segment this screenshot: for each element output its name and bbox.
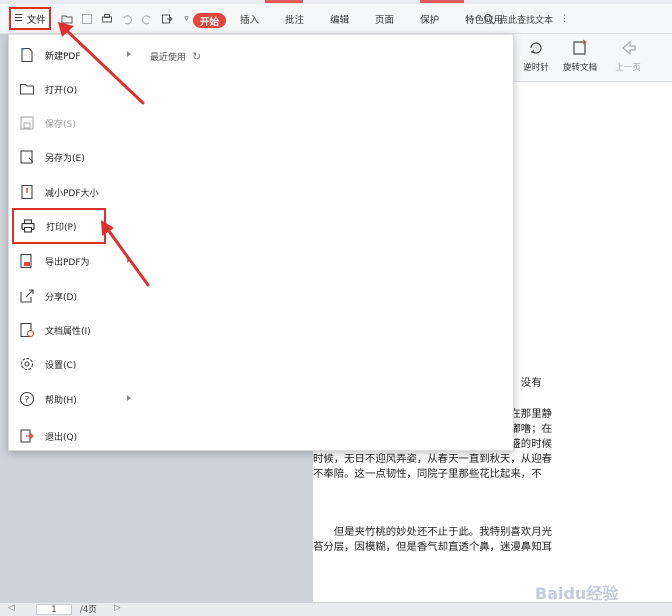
document-properties-icon [19, 322, 35, 338]
file-menu-item-save-as[interactable]: 另存为(E) [9, 144, 135, 170]
text-line: 但是夹竹桃的妙处还不止于此。我特别喜欢月光 [313, 526, 552, 538]
file-menu-item-document-properties[interactable]: 文档属性(I) [9, 317, 135, 343]
watermark: Baidu经验 [535, 584, 619, 603]
open-folder-icon[interactable] [60, 13, 73, 26]
tab-start[interactable]: 开始 [193, 13, 227, 28]
tab-protect[interactable]: 保护 [418, 12, 441, 26]
file-menu-item-folder-open[interactable]: 打开(O) [9, 76, 135, 102]
file-menu-item-printer[interactable]: 打印(P) [12, 208, 106, 244]
file-menu-item-save[interactable]: 保存(S) [9, 110, 135, 136]
file-menu-item-label: 文档属性(I) [45, 326, 91, 337]
file-menu-item-label: 设置(C) [45, 360, 77, 371]
exit-icon [19, 428, 35, 444]
save-icon[interactable] [80, 13, 93, 26]
paragraph: 但是夹竹桃的妙处还不止于此。我特别喜欢月光 苔分层，因模糊，但是香气却直透个鼻，迷… [313, 525, 672, 555]
file-menu-item-settings[interactable]: 设置(C) [9, 351, 135, 377]
status-bar: ◁ 1 /4页 ▷ [0, 602, 672, 616]
prev-page-button[interactable]: 上一页 [606, 39, 650, 73]
file-menu-item-label: 减小PDF大小 [45, 188, 99, 199]
tab-insert[interactable]: 插入 [238, 12, 261, 26]
file-menu-item-label: 导出PDF为 [45, 257, 90, 268]
print-icon[interactable] [100, 13, 113, 26]
rotate-document-button[interactable]: 旋转文档 [558, 39, 602, 73]
tab-page[interactable]: 页面 [373, 12, 396, 26]
redo-icon[interactable] [140, 13, 153, 26]
page-number-input[interactable]: 1 [36, 604, 72, 615]
export-icon[interactable] [160, 13, 173, 26]
file-menu-item-label: 打印(P) [46, 222, 77, 233]
file-menu-item-exit[interactable]: 退出(Q) [9, 423, 135, 449]
text-line: 苔分层，因模糊，但是香气却直透个鼻，迷漫鼻知耳 [313, 541, 552, 554]
tab-accent-1[interactable] [265, 0, 303, 3]
save-icon [19, 115, 35, 131]
rotate-ccw-icon [530, 42, 542, 54]
arrow-left-icon [622, 40, 636, 56]
file-menu-item-label: 另存为(E) [45, 153, 85, 164]
help-icon: ? [19, 391, 35, 407]
tab-annotate[interactable]: 批注 [283, 12, 306, 26]
file-menu-item-help[interactable]: ? 帮助(H) [9, 386, 135, 412]
folder-open-icon [19, 81, 35, 97]
svg-text:?: ? [25, 396, 30, 406]
menu-bar: ☰ 文件 ▿ 开始 插入 批注 编辑 页面 保护 特色应用 点此查找文本 ⋮ [0, 4, 672, 34]
compress-icon [19, 184, 35, 200]
more-options-icon[interactable]: ⋮ [560, 14, 569, 24]
menu-tabs: 插入 批注 编辑 页面 保护 特色应用 [238, 4, 505, 34]
rotate-document-icon [573, 39, 587, 55]
recent-section: 最近使用 ↻ [150, 50, 201, 63]
text-line: 时候，无日不迎风弄姿，从春天一直到秋天，从迎春 [313, 453, 552, 466]
export-icon [19, 253, 35, 269]
recent-label: 最近使用 [150, 53, 187, 63]
file-menu-item-label: 新建PDF [45, 51, 81, 62]
file-menu-item-export[interactable]: 导出PDF为 [9, 248, 135, 274]
file-menu-item-label: 分享(D) [45, 292, 77, 303]
search-icon [482, 13, 495, 26]
search-placeholder: 点此查找文本 [499, 15, 554, 26]
file-menu-item-label: 帮助(H) [45, 395, 77, 406]
file-menu-item-label: 打开(O) [45, 85, 78, 96]
quick-access-toolbar: ▿ [60, 4, 193, 34]
next-page-status-icon[interactable]: ▷ [114, 603, 121, 613]
file-menu-list: 新建PDF 打开(O) 保存(S) 另存为(E) 减小PDF大小 打印(P) 导出PDF为分… [9, 35, 135, 450]
file-menu-dropdown: 新建PDF 打开(O) 保存(S) 另存为(E) 减小PDF大小 打印(P) 导出PDF为分… [8, 34, 514, 451]
file-menu-item-label: 保存(S) [45, 119, 76, 130]
rotate-ccw-label: 逆时针 [523, 63, 549, 73]
save-as-icon [19, 149, 35, 165]
refresh-icon[interactable]: ↻ [192, 50, 201, 63]
file-menu-item-new-pdf[interactable]: 新建PDF [9, 42, 135, 68]
prev-page-status-icon[interactable]: ◁ [8, 603, 15, 613]
new-pdf-icon [19, 47, 35, 63]
tab-edit[interactable]: 编辑 [328, 12, 351, 26]
tab-accent-2[interactable] [420, 0, 464, 3]
share-icon [19, 288, 35, 304]
text-line: 不奉陪。这一点韧性，同院子里那些花比起来，不 [313, 468, 542, 481]
file-menu-item-share[interactable]: 分享(D) [9, 283, 135, 309]
undo-icon[interactable] [120, 13, 133, 26]
search-box[interactable]: 点此查找文本 ⋮ [482, 4, 569, 34]
file-menu-item-label: 退出(Q) [45, 432, 78, 443]
settings-icon [19, 356, 35, 372]
file-menu-button[interactable]: ☰ 文件 [9, 7, 51, 30]
printer-icon [20, 218, 36, 234]
file-menu-label: 文件 [26, 14, 46, 26]
page-total: /4页 [80, 605, 97, 615]
rotate-ccw-button[interactable]: 逆时针 [514, 39, 558, 73]
rotate-document-label: 旋转文档 [562, 63, 597, 73]
prev-page-label: 上一页 [615, 63, 641, 73]
file-menu-item-compress[interactable]: 减小PDF大小 [9, 179, 135, 205]
chevron-down-icon[interactable]: ▿ [180, 13, 193, 26]
hamburger-icon: ☰ [14, 13, 23, 24]
